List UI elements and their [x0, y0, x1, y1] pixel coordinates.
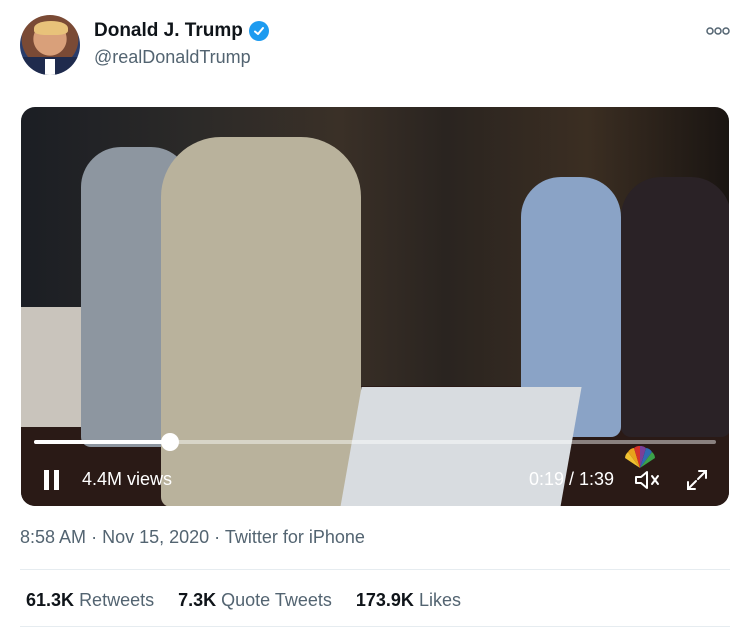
meta-separator: · — [214, 527, 221, 547]
tweet-source-link[interactable]: Twitter for iPhone — [225, 527, 365, 547]
tweet-meta: 8:58 AM · Nov 15, 2020 · Twitter for iPh… — [20, 527, 365, 548]
quote-tweets-stat[interactable]: 7.3K Quote Tweets — [178, 590, 332, 611]
fullscreen-icon[interactable] — [686, 469, 708, 491]
author-name-row[interactable]: Donald J. Trump — [94, 20, 269, 42]
view-count: 4.4M views — [82, 469, 173, 489]
tweet-card: Donald J. Trump @realDonaldTrump 4.4M vi… — [0, 0, 750, 631]
video-time: 0:19 / 1:39 — [529, 469, 615, 489]
video-progress-bar[interactable] — [34, 433, 716, 451]
pause-icon[interactable] — [44, 470, 60, 490]
likes-stat[interactable]: 173.9K Likes — [356, 590, 461, 611]
tweet-date-link[interactable]: Nov 15, 2020 — [102, 527, 209, 547]
meta-separator: · — [91, 527, 98, 547]
divider — [20, 626, 730, 627]
divider — [20, 569, 730, 570]
retweets-stat[interactable]: 61.3K Retweets — [26, 590, 154, 611]
author-handle[interactable]: @realDonaldTrump — [94, 47, 251, 68]
author-name[interactable]: Donald J. Trump — [94, 20, 243, 42]
more-options-icon[interactable] — [706, 20, 730, 41]
progress-fill — [34, 440, 171, 444]
avatar[interactable] — [20, 15, 80, 75]
tweet-time-link[interactable]: 8:58 AM — [20, 527, 86, 547]
verified-badge-icon — [248, 21, 269, 41]
progress-thumb[interactable] — [161, 433, 180, 451]
mute-icon[interactable] — [634, 469, 662, 491]
tweet-stats: 61.3K Retweets 7.3K Quote Tweets 173.9K … — [26, 590, 461, 611]
